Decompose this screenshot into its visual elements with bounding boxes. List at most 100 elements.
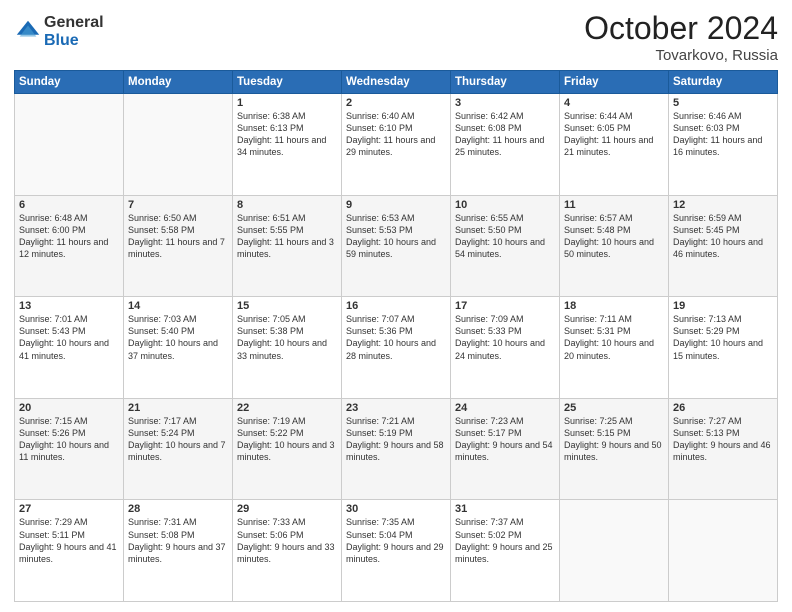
cell-4-0: 27Sunrise: 7:29 AM Sunset: 5:11 PM Dayli… xyxy=(15,500,124,602)
day-info: Sunrise: 7:13 AM Sunset: 5:29 PM Dayligh… xyxy=(673,313,773,362)
logo-text: General Blue xyxy=(44,14,104,49)
day-number: 22 xyxy=(237,402,337,414)
day-number: 16 xyxy=(346,300,446,312)
day-number: 4 xyxy=(564,97,664,109)
day-info: Sunrise: 7:15 AM Sunset: 5:26 PM Dayligh… xyxy=(19,415,119,464)
cell-3-2: 22Sunrise: 7:19 AM Sunset: 5:22 PM Dayli… xyxy=(233,398,342,500)
logo-icon xyxy=(14,18,42,46)
header: General Blue October 2024 Tovarkovo, Rus… xyxy=(14,10,778,64)
day-number: 29 xyxy=(237,503,337,515)
day-number: 19 xyxy=(673,300,773,312)
day-number: 14 xyxy=(128,300,228,312)
day-info: Sunrise: 7:29 AM Sunset: 5:11 PM Dayligh… xyxy=(19,516,119,565)
day-number: 15 xyxy=(237,300,337,312)
cell-0-6: 5Sunrise: 6:46 AM Sunset: 6:03 PM Daylig… xyxy=(669,94,778,196)
cell-1-0: 6Sunrise: 6:48 AM Sunset: 6:00 PM Daylig… xyxy=(15,195,124,297)
cell-3-4: 24Sunrise: 7:23 AM Sunset: 5:17 PM Dayli… xyxy=(451,398,560,500)
week-row-3: 20Sunrise: 7:15 AM Sunset: 5:26 PM Dayli… xyxy=(15,398,778,500)
day-number: 10 xyxy=(455,199,555,211)
cell-4-3: 30Sunrise: 7:35 AM Sunset: 5:04 PM Dayli… xyxy=(342,500,451,602)
day-info: Sunrise: 7:01 AM Sunset: 5:43 PM Dayligh… xyxy=(19,313,119,362)
header-row: Sunday Monday Tuesday Wednesday Thursday… xyxy=(15,71,778,94)
day-number: 13 xyxy=(19,300,119,312)
day-number: 11 xyxy=(564,199,664,211)
cell-3-0: 20Sunrise: 7:15 AM Sunset: 5:26 PM Dayli… xyxy=(15,398,124,500)
cell-0-5: 4Sunrise: 6:44 AM Sunset: 6:05 PM Daylig… xyxy=(560,94,669,196)
day-number: 6 xyxy=(19,199,119,211)
calendar-table: Sunday Monday Tuesday Wednesday Thursday… xyxy=(14,70,778,602)
cell-0-3: 2Sunrise: 6:40 AM Sunset: 6:10 PM Daylig… xyxy=(342,94,451,196)
logo-blue: Blue xyxy=(44,32,104,50)
day-info: Sunrise: 6:40 AM Sunset: 6:10 PM Dayligh… xyxy=(346,110,446,159)
cell-3-1: 21Sunrise: 7:17 AM Sunset: 5:24 PM Dayli… xyxy=(124,398,233,500)
col-monday: Monday xyxy=(124,71,233,94)
day-info: Sunrise: 7:17 AM Sunset: 5:24 PM Dayligh… xyxy=(128,415,228,464)
cell-1-1: 7Sunrise: 6:50 AM Sunset: 5:58 PM Daylig… xyxy=(124,195,233,297)
cell-4-1: 28Sunrise: 7:31 AM Sunset: 5:08 PM Dayli… xyxy=(124,500,233,602)
day-number: 18 xyxy=(564,300,664,312)
day-number: 7 xyxy=(128,199,228,211)
cell-2-5: 18Sunrise: 7:11 AM Sunset: 5:31 PM Dayli… xyxy=(560,297,669,399)
day-info: Sunrise: 7:11 AM Sunset: 5:31 PM Dayligh… xyxy=(564,313,664,362)
day-info: Sunrise: 7:03 AM Sunset: 5:40 PM Dayligh… xyxy=(128,313,228,362)
cell-4-6 xyxy=(669,500,778,602)
day-number: 25 xyxy=(564,402,664,414)
day-info: Sunrise: 6:57 AM Sunset: 5:48 PM Dayligh… xyxy=(564,212,664,261)
title-block: October 2024 Tovarkovo, Russia xyxy=(584,10,778,64)
day-number: 9 xyxy=(346,199,446,211)
cell-1-4: 10Sunrise: 6:55 AM Sunset: 5:50 PM Dayli… xyxy=(451,195,560,297)
cell-0-0 xyxy=(15,94,124,196)
day-number: 27 xyxy=(19,503,119,515)
week-row-1: 6Sunrise: 6:48 AM Sunset: 6:00 PM Daylig… xyxy=(15,195,778,297)
day-number: 2 xyxy=(346,97,446,109)
day-info: Sunrise: 6:55 AM Sunset: 5:50 PM Dayligh… xyxy=(455,212,555,261)
cell-1-5: 11Sunrise: 6:57 AM Sunset: 5:48 PM Dayli… xyxy=(560,195,669,297)
day-info: Sunrise: 7:05 AM Sunset: 5:38 PM Dayligh… xyxy=(237,313,337,362)
day-number: 3 xyxy=(455,97,555,109)
day-info: Sunrise: 6:46 AM Sunset: 6:03 PM Dayligh… xyxy=(673,110,773,159)
day-number: 24 xyxy=(455,402,555,414)
col-sunday: Sunday xyxy=(15,71,124,94)
col-wednesday: Wednesday xyxy=(342,71,451,94)
cell-2-1: 14Sunrise: 7:03 AM Sunset: 5:40 PM Dayli… xyxy=(124,297,233,399)
col-friday: Friday xyxy=(560,71,669,94)
cell-0-1 xyxy=(124,94,233,196)
day-info: Sunrise: 7:33 AM Sunset: 5:06 PM Dayligh… xyxy=(237,516,337,565)
location: Tovarkovo, Russia xyxy=(584,47,778,64)
cell-4-2: 29Sunrise: 7:33 AM Sunset: 5:06 PM Dayli… xyxy=(233,500,342,602)
day-info: Sunrise: 7:21 AM Sunset: 5:19 PM Dayligh… xyxy=(346,415,446,464)
cell-0-4: 3Sunrise: 6:42 AM Sunset: 6:08 PM Daylig… xyxy=(451,94,560,196)
logo-general: General xyxy=(44,14,104,32)
cell-2-0: 13Sunrise: 7:01 AM Sunset: 5:43 PM Dayli… xyxy=(15,297,124,399)
day-number: 30 xyxy=(346,503,446,515)
day-number: 20 xyxy=(19,402,119,414)
cell-2-4: 17Sunrise: 7:09 AM Sunset: 5:33 PM Dayli… xyxy=(451,297,560,399)
page: General Blue October 2024 Tovarkovo, Rus… xyxy=(0,0,792,612)
cell-1-2: 8Sunrise: 6:51 AM Sunset: 5:55 PM Daylig… xyxy=(233,195,342,297)
day-info: Sunrise: 6:48 AM Sunset: 6:00 PM Dayligh… xyxy=(19,212,119,261)
cell-0-2: 1Sunrise: 6:38 AM Sunset: 6:13 PM Daylig… xyxy=(233,94,342,196)
day-info: Sunrise: 7:07 AM Sunset: 5:36 PM Dayligh… xyxy=(346,313,446,362)
month-title: October 2024 xyxy=(584,10,778,47)
cell-2-6: 19Sunrise: 7:13 AM Sunset: 5:29 PM Dayli… xyxy=(669,297,778,399)
day-info: Sunrise: 6:44 AM Sunset: 6:05 PM Dayligh… xyxy=(564,110,664,159)
week-row-2: 13Sunrise: 7:01 AM Sunset: 5:43 PM Dayli… xyxy=(15,297,778,399)
day-number: 5 xyxy=(673,97,773,109)
cell-4-5 xyxy=(560,500,669,602)
col-thursday: Thursday xyxy=(451,71,560,94)
day-info: Sunrise: 7:19 AM Sunset: 5:22 PM Dayligh… xyxy=(237,415,337,464)
cell-4-4: 31Sunrise: 7:37 AM Sunset: 5:02 PM Dayli… xyxy=(451,500,560,602)
day-info: Sunrise: 7:31 AM Sunset: 5:08 PM Dayligh… xyxy=(128,516,228,565)
cell-1-3: 9Sunrise: 6:53 AM Sunset: 5:53 PM Daylig… xyxy=(342,195,451,297)
week-row-0: 1Sunrise: 6:38 AM Sunset: 6:13 PM Daylig… xyxy=(15,94,778,196)
cell-3-3: 23Sunrise: 7:21 AM Sunset: 5:19 PM Dayli… xyxy=(342,398,451,500)
day-info: Sunrise: 7:09 AM Sunset: 5:33 PM Dayligh… xyxy=(455,313,555,362)
day-info: Sunrise: 6:38 AM Sunset: 6:13 PM Dayligh… xyxy=(237,110,337,159)
day-number: 1 xyxy=(237,97,337,109)
day-number: 12 xyxy=(673,199,773,211)
day-info: Sunrise: 6:51 AM Sunset: 5:55 PM Dayligh… xyxy=(237,212,337,261)
day-number: 17 xyxy=(455,300,555,312)
day-number: 21 xyxy=(128,402,228,414)
day-info: Sunrise: 6:59 AM Sunset: 5:45 PM Dayligh… xyxy=(673,212,773,261)
col-saturday: Saturday xyxy=(669,71,778,94)
